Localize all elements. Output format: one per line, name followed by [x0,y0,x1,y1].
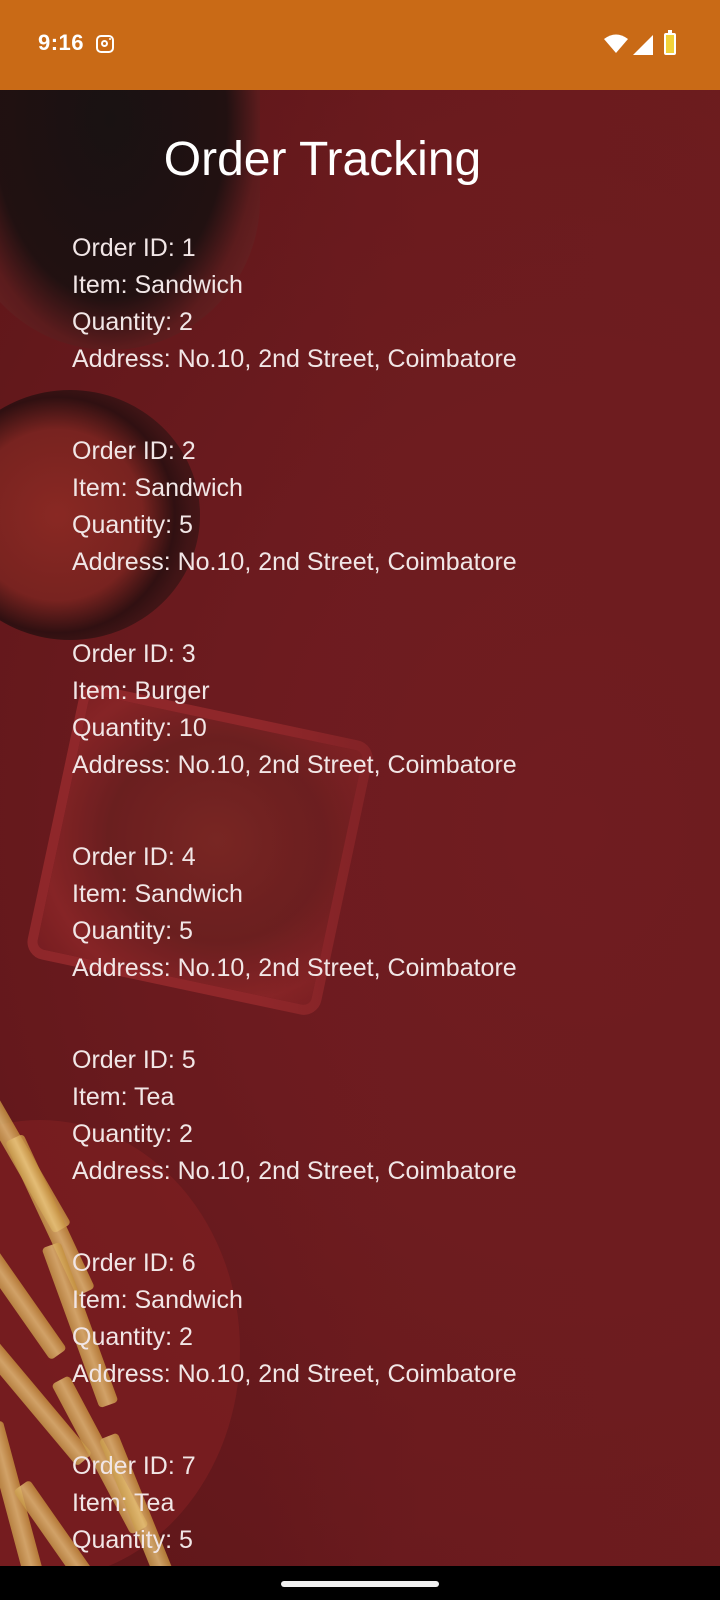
home-gesture-handle[interactable] [281,1581,439,1587]
order-address: Address: No.10, 2nd Street, Coimbatore [72,548,517,576]
order-quantity: Quantity: 2 [72,1323,193,1351]
order-quantity: Quantity: 2 [72,308,193,336]
order-item-name: Item: Sandwich [72,880,243,908]
status-bar: 9:16 [0,0,720,90]
navigation-bar [0,1566,720,1600]
order-quantity: Quantity: 5 [72,917,193,945]
wifi-icon [604,34,628,53]
order-list[interactable]: Order ID: 1 Item: Sandwich Quantity: 2 A… [72,230,672,1600]
order-id: Order ID: 2 [72,437,196,465]
order-item[interactable]: Order ID: 5 Item: Tea Quantity: 2 Addres… [72,1042,672,1245]
order-address: Address: No.10, 2nd Street, Coimbatore [72,751,517,779]
order-item-name: Item: Tea [72,1489,175,1517]
instagram-icon [96,35,114,53]
order-quantity: Quantity: 5 [72,511,193,539]
order-item[interactable]: Order ID: 3 Item: Burger Quantity: 10 Ad… [72,636,672,839]
order-address: Address: No.10, 2nd Street, Coimbatore [72,1157,517,1185]
order-item[interactable]: Order ID: 6 Item: Sandwich Quantity: 2 A… [72,1245,672,1448]
order-item[interactable]: Order ID: 4 Item: Sandwich Quantity: 5 A… [72,839,672,1042]
order-quantity: Quantity: 2 [72,1120,193,1148]
order-item-name: Item: Burger [72,677,210,705]
order-item[interactable]: Order ID: 2 Item: Sandwich Quantity: 5 A… [72,433,672,636]
order-id: Order ID: 4 [72,843,196,871]
order-id: Order ID: 3 [72,640,196,668]
page-title: Order Tracking [163,133,482,186]
order-tracking-screen: 9:16 Order Tracking Order ID: 1 Item: Sa… [0,0,720,1600]
order-id: Order ID: 5 [72,1046,196,1074]
order-quantity: Quantity: 10 [72,714,207,742]
order-item-name: Item: Sandwich [72,1286,243,1314]
order-address: Address: No.10, 2nd Street, Coimbatore [72,954,517,982]
order-item-name: Item: Sandwich [72,474,243,502]
order-address: Address: No.10, 2nd Street, Coimbatore [72,345,517,373]
order-address: Address: No.10, 2nd Street, Coimbatore [72,1360,517,1388]
order-id: Order ID: 7 [72,1452,196,1480]
order-item[interactable]: Order ID: 1 Item: Sandwich Quantity: 2 A… [72,230,672,433]
status-time: 9:16 [38,30,85,55]
order-quantity: Quantity: 5 [72,1526,193,1554]
signal-icon [633,35,653,55]
order-item-name: Item: Tea [72,1083,175,1111]
order-id: Order ID: 6 [72,1249,196,1277]
order-id: Order ID: 1 [72,234,196,262]
battery-icon [664,30,676,55]
order-item-name: Item: Sandwich [72,271,243,299]
